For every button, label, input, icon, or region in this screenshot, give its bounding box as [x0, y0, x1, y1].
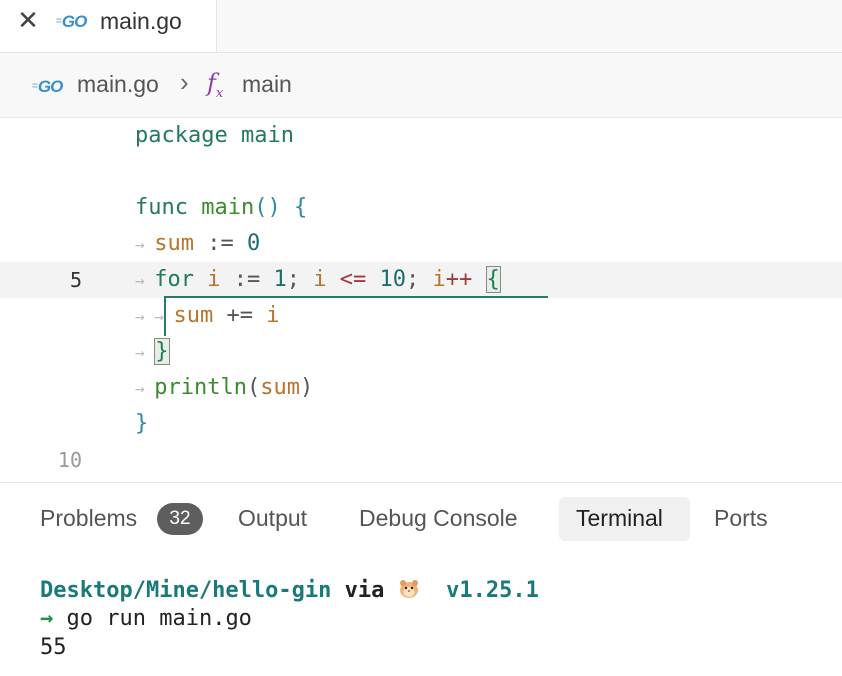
code-line-5: → for i := 1; i <= 10; i++ { [135, 266, 501, 293]
terminal[interactable]: Desktop/Mine/hello-gin via v1.25.1 → go … [0, 560, 842, 676]
code-line-8: → println(sum) [135, 375, 314, 400]
whitespace-arrow-icon: → [135, 271, 155, 290]
code-editor[interactable]: 5 10 package main func main() { → sum :=… [0, 118, 842, 480]
whitespace-arrow-icon: → [154, 307, 174, 326]
tab-output[interactable]: Output [238, 505, 307, 532]
breadcrumb: GO main.go › fx main [0, 53, 842, 118]
tab-problems[interactable]: Problems [40, 505, 137, 532]
tab-label: main.go [100, 8, 182, 34]
tab-main-go[interactable]: ✕ GO main.go [0, 0, 217, 52]
editor-tab-bar: ✕ GO main.go [0, 0, 842, 53]
terminal-prompt-line: Desktop/Mine/hello-gin via v1.25.1 [40, 578, 539, 603]
prompt-arrow-icon: → [40, 606, 54, 631]
terminal-command-line: → go run main.go [40, 606, 252, 631]
whitespace-arrow-icon: → [135, 235, 155, 254]
line-number-current: 5 [69, 268, 82, 292]
close-icon[interactable]: ✕ [16, 7, 40, 33]
go-file-icon: GO [32, 77, 63, 97]
code-line-6: → → sum += i [135, 303, 280, 328]
terminal-version: v1.25.1 [446, 578, 539, 603]
breadcrumb-file[interactable]: main.go [77, 71, 159, 98]
whitespace-arrow-icon: → [135, 307, 155, 326]
whitespace-arrow-icon: → [135, 379, 155, 398]
code-line-3: func main() { [135, 195, 308, 220]
code-line-7: → } [135, 338, 170, 365]
tab-terminal[interactable]: Terminal [576, 505, 663, 532]
chevron-right-icon: › [180, 67, 189, 97]
panel-tab-bar: Problems 32 Output Debug Console Termina… [0, 482, 842, 555]
tab-ports[interactable]: Ports [714, 505, 768, 532]
go-file-icon: GO [56, 12, 87, 32]
code-line-1: package main [135, 123, 294, 148]
code-line-9: } [135, 411, 149, 436]
terminal-path: Desktop/Mine/hello-gin [40, 578, 332, 603]
terminal-via: via [344, 578, 385, 603]
problems-count-badge: 32 [157, 503, 203, 535]
line-number-last: 10 [57, 448, 82, 472]
hamster-icon [399, 580, 418, 598]
whitespace-arrow-icon: → [135, 343, 155, 362]
tab-debug-console[interactable]: Debug Console [359, 505, 518, 532]
terminal-command: go run main.go [66, 606, 252, 631]
breadcrumb-symbol[interactable]: main [242, 71, 292, 98]
code-line-4: → sum := 0 [135, 231, 261, 256]
terminal-output: 55 [40, 635, 67, 660]
function-icon: fx [207, 69, 224, 101]
